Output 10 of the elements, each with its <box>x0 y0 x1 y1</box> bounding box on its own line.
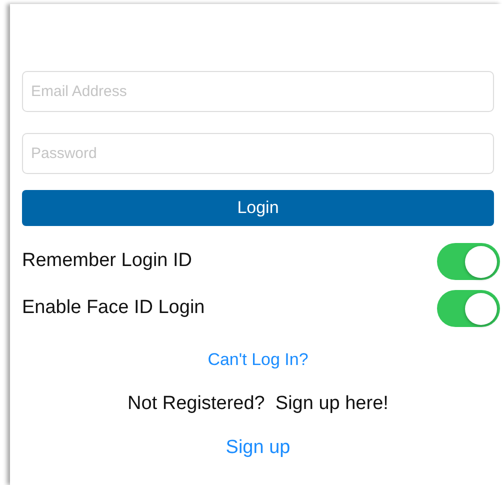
toggle-label: Enable Face ID Login <box>22 296 205 320</box>
register-prompt: Not Registered? Sign up here! <box>128 392 388 416</box>
toggle-switch[interactable] <box>437 290 500 327</box>
cant-log-in-link[interactable]: Can't Log In? <box>208 347 308 372</box>
toggle-label: Remember Login ID <box>22 249 192 274</box>
input-field[interactable]: Password <box>22 133 494 174</box>
input-field[interactable]: Email Address <box>22 71 494 112</box>
login-button[interactable]: Login <box>22 190 494 226</box>
sign-up-link[interactable]: Sign up <box>226 434 290 462</box>
toggle-switch[interactable] <box>437 243 500 280</box>
